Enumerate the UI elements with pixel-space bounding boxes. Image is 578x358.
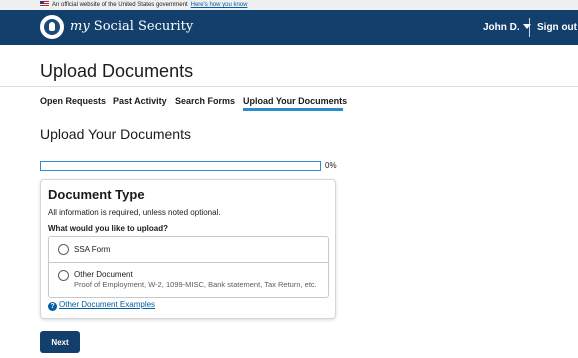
document-type-options: SSA Form Other Document Proof of Employm… xyxy=(48,236,329,298)
site-header: my Social Security John D. Sign out xyxy=(0,10,578,45)
progress-bar xyxy=(40,161,321,171)
tab-open-requests[interactable]: Open Requests xyxy=(40,95,106,107)
section-title: Upload Your Documents xyxy=(40,126,191,142)
page-title: Upload Documents xyxy=(40,61,194,81)
next-button[interactable]: Next xyxy=(40,331,80,353)
header-divider xyxy=(529,18,530,37)
option-ssa-form[interactable]: SSA Form xyxy=(49,237,328,263)
required-note: All information is required, unless note… xyxy=(48,208,221,217)
card-title: Document Type xyxy=(48,187,145,202)
brand-name: Social Security xyxy=(89,19,194,34)
heres-how-you-know-link[interactable]: Here's how you know xyxy=(191,2,248,8)
user-menu[interactable]: John D. xyxy=(483,21,531,35)
option-label: SSA Form xyxy=(74,245,111,254)
other-document-examples: ? Other Document Examples xyxy=(48,300,155,311)
option-label: Other Document xyxy=(74,270,133,279)
brand-logo[interactable]: my Social Security xyxy=(70,19,193,35)
user-name: John D. xyxy=(483,22,520,33)
ssa-seal-icon[interactable] xyxy=(40,15,64,39)
other-document-radio[interactable] xyxy=(58,270,69,281)
sign-out-link[interactable]: Sign out xyxy=(537,21,577,35)
help-icon: ? xyxy=(48,302,57,311)
tab-upload-your-documents[interactable]: Upload Your Documents xyxy=(243,95,347,107)
progress-percent: 0% xyxy=(325,161,337,170)
upload-question: What would you like to upload? xyxy=(48,224,168,233)
divider xyxy=(0,86,578,87)
document-type-card: Document Type All information is require… xyxy=(40,179,336,319)
other-document-examples-link[interactable]: Other Document Examples xyxy=(59,300,155,309)
gov-banner-text: An official website of the United States… xyxy=(52,2,188,8)
tab-search-forms[interactable]: Search Forms xyxy=(175,95,235,107)
brand-my: my xyxy=(70,19,90,34)
option-other-document[interactable]: Other Document Proof of Employment, W-2,… xyxy=(49,263,328,298)
tab-past-activity[interactable]: Past Activity xyxy=(113,95,167,107)
us-flag-icon xyxy=(40,1,49,7)
option-hint: Proof of Employment, W-2, 1099-MISC, Ban… xyxy=(74,280,317,289)
active-tab-indicator xyxy=(243,108,343,111)
ssa-form-radio[interactable] xyxy=(58,244,69,255)
gov-banner: An official website of the United States… xyxy=(0,0,578,10)
